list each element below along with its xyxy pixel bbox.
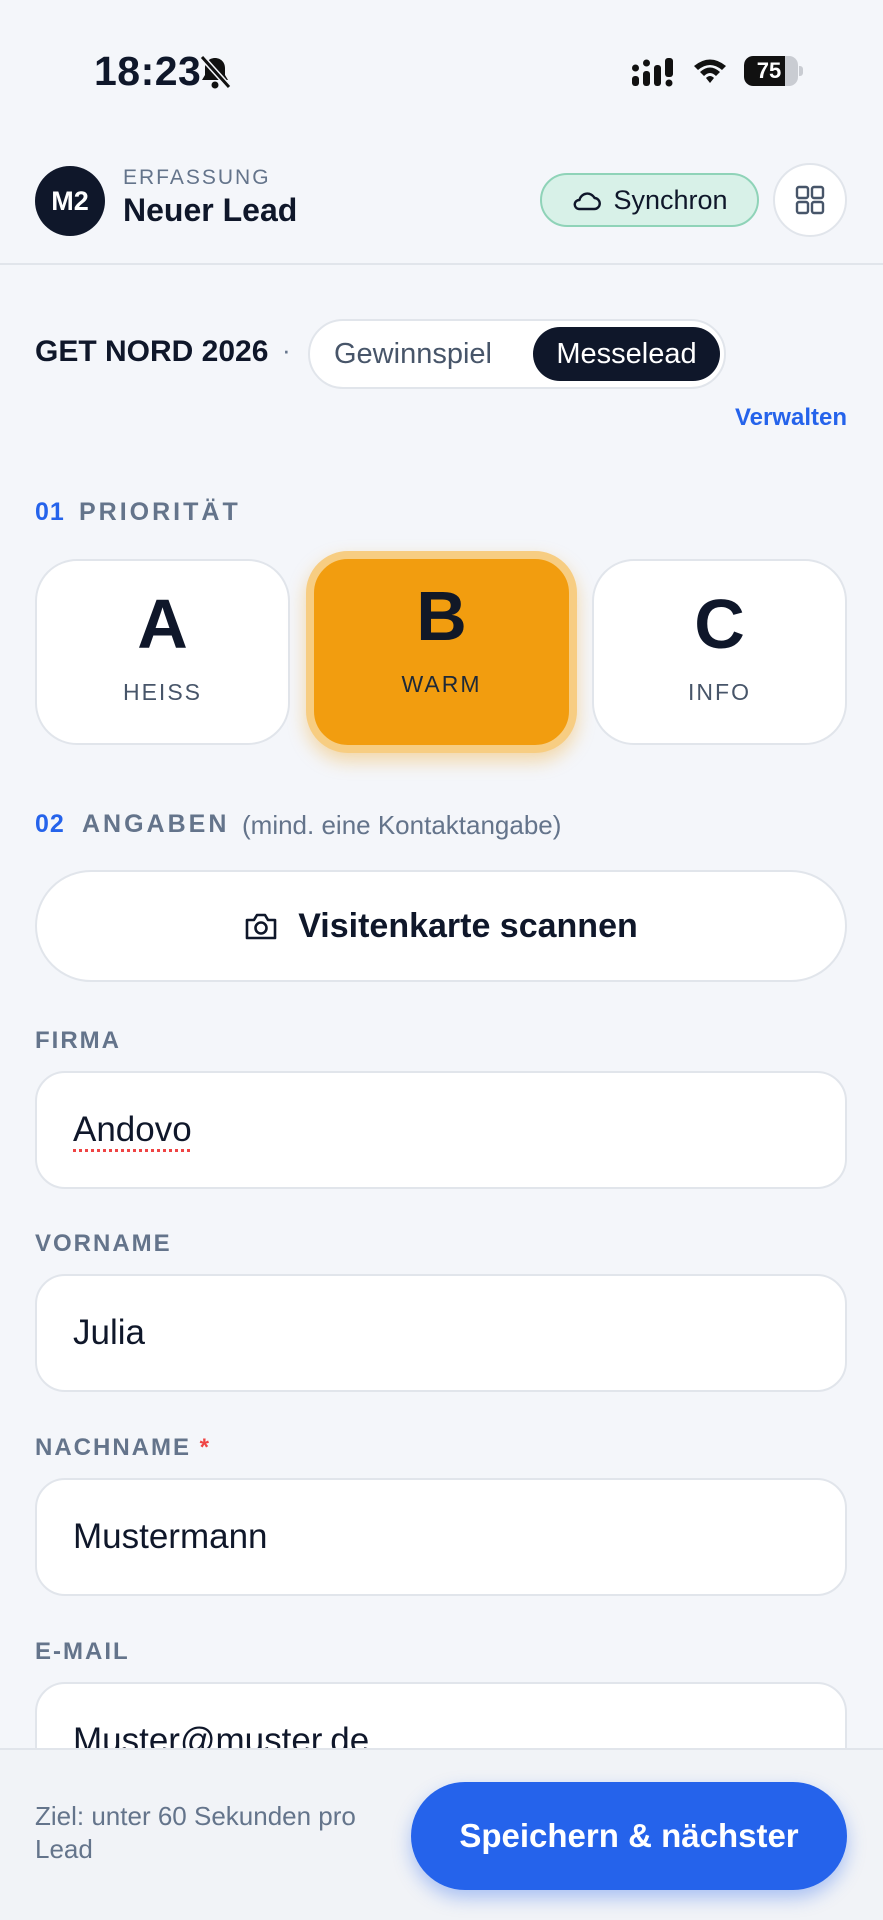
priority-option-b[interactable]: B WARM xyxy=(306,551,577,753)
battery-icon: 75 xyxy=(744,56,803,86)
first-name-value: Julia xyxy=(73,1313,145,1352)
cellular-signal-icon xyxy=(632,58,673,87)
priority-letter: C xyxy=(694,585,745,663)
priority-letter: A xyxy=(137,585,188,663)
page-title: Neuer Lead xyxy=(123,192,298,228)
first-name-input[interactable]: Julia xyxy=(35,1274,847,1392)
first-name-label: VORNAME xyxy=(35,1230,172,1257)
header-eyebrow: ERFASSUNG xyxy=(123,166,271,189)
priority-section-number: 01 xyxy=(35,498,65,526)
status-time: 18:23 xyxy=(94,48,202,94)
goal-hint: Ziel: unter 60 Sekunden pro Lead xyxy=(35,1801,356,1864)
company-input[interactable]: Andovo xyxy=(35,1071,847,1189)
battery-percent: 75 xyxy=(756,58,782,83)
manage-link[interactable]: Verwalten xyxy=(735,404,847,432)
bottom-action-bar: Ziel: unter 60 Sekunden pro Lead Speiche… xyxy=(0,1748,883,1920)
details-section-number: 02 xyxy=(35,810,65,838)
scan-business-card-button[interactable]: Visitenkarte scannen xyxy=(35,870,847,982)
details-section-label: ANGABEN xyxy=(82,810,230,838)
save-and-next-button[interactable]: Speichern & nächster xyxy=(411,1782,847,1890)
company-value: Andovo xyxy=(73,1110,192,1149)
priority-sublabel: HEISS xyxy=(122,679,203,705)
event-name: GET NORD 2026 xyxy=(35,335,269,368)
event-separator: · xyxy=(282,335,291,365)
grid-icon xyxy=(795,185,825,215)
lead-capture-screen: 18:23 75 M2 ERFASSUNG Neuer Lead Synchro… xyxy=(0,0,883,1920)
email-label: E-MAIL xyxy=(35,1638,130,1665)
status-bar: 18:23 75 xyxy=(0,0,883,140)
muted-bell-icon xyxy=(199,54,232,90)
priority-option-a[interactable]: A HEISS xyxy=(35,559,290,745)
last-name-label-text: NACHNAME xyxy=(35,1434,191,1461)
mode-option-gewinnspiel[interactable]: Gewinnspiel xyxy=(318,327,508,381)
required-marker: * xyxy=(199,1434,212,1461)
app-header: M2 ERFASSUNG Neuer Lead Synchron xyxy=(0,140,883,265)
priority-sublabel: INFO xyxy=(688,679,751,705)
last-name-input[interactable]: Mustermann xyxy=(35,1478,847,1596)
scan-label: Visitenkarte scannen xyxy=(298,906,638,945)
details-section-hint: (mind. eine Kontaktangabe) xyxy=(242,810,562,840)
mode-segmented-control: Gewinnspiel Messelead xyxy=(308,319,726,389)
wifi-icon xyxy=(694,59,726,83)
mode-option-messelead[interactable]: Messelead xyxy=(533,327,720,381)
priority-sublabel: WARM xyxy=(401,671,482,697)
last-name-value: Mustermann xyxy=(73,1517,268,1556)
sync-label: Synchron xyxy=(613,184,728,215)
cloud-icon xyxy=(574,192,602,211)
priority-letter: B xyxy=(416,577,467,655)
company-label: FIRMA xyxy=(35,1027,121,1054)
last-name-label: NACHNAME * xyxy=(35,1434,211,1462)
apps-menu-button[interactable] xyxy=(773,163,847,237)
avatar[interactable]: M2 xyxy=(35,166,105,236)
priority-section-label: PRIORITÄT xyxy=(79,498,241,526)
sync-status-badge[interactable]: Synchron xyxy=(540,173,759,227)
priority-option-c[interactable]: C INFO xyxy=(592,559,847,745)
camera-icon xyxy=(245,913,277,940)
